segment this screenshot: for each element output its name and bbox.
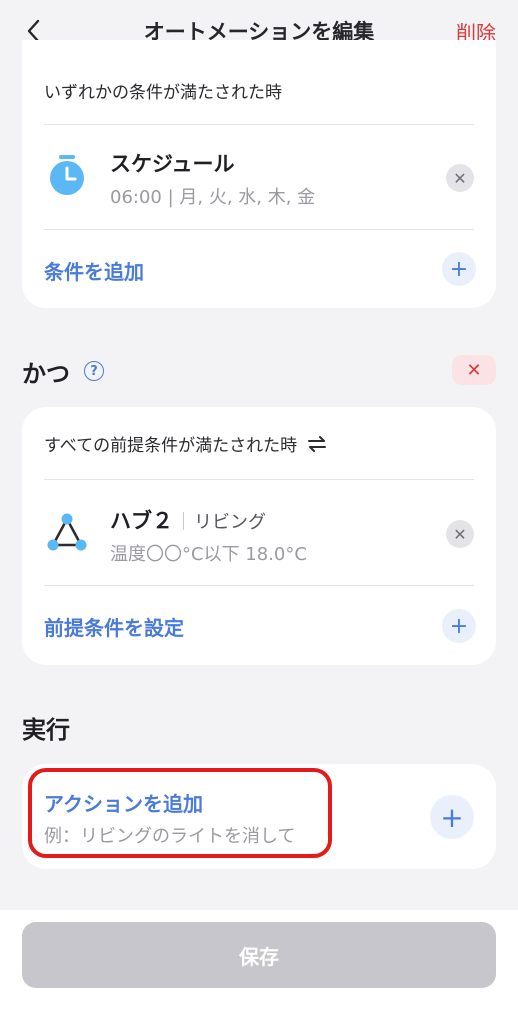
separator: [183, 512, 184, 530]
set-precondition-link[interactable]: 前提条件を設定: [44, 612, 184, 641]
timer-icon: [50, 155, 84, 195]
save-button[interactable]: 保存: [22, 922, 496, 988]
plus-icon: +: [449, 256, 469, 282]
set-precondition-button[interactable]: +: [442, 609, 476, 643]
trigger-card: いずれかの条件が満たされた時 スケジュール 06:00 | 月, 火, 水, 木…: [22, 40, 496, 308]
highlight-annotation: [28, 768, 332, 858]
help-icon[interactable]: ?: [84, 361, 104, 381]
help-icon-glyph: ?: [90, 363, 98, 379]
precondition-item-subtitle: 温度〇〇°C以下 18.0°C: [110, 544, 307, 565]
divider: [44, 124, 474, 125]
add-condition-button[interactable]: +: [442, 252, 476, 286]
remove-trigger-button[interactable]: ✕: [446, 164, 474, 192]
remove-precondition-button[interactable]: ✕: [446, 520, 474, 548]
device-name: ハブ２: [110, 509, 173, 533]
add-action-button[interactable]: +: [430, 795, 474, 839]
precondition-heading-text: すべての前提条件が満たされた時: [44, 436, 298, 456]
close-icon: ✕: [453, 524, 467, 544]
trigger-item-title: スケジュール: [110, 152, 235, 176]
precondition-heading: すべての前提条件が満たされた時: [44, 431, 327, 456]
trigger-condition-heading: いずれかの条件が満たされた時: [44, 83, 282, 103]
swap-icon[interactable]: [307, 435, 327, 452]
close-icon: ✕: [453, 168, 467, 188]
delete-precondition-block-button[interactable]: ✕: [452, 355, 496, 385]
plus-icon: +: [449, 613, 469, 639]
plus-icon: +: [440, 800, 464, 834]
hub-icon: [47, 513, 87, 551]
and-section-title: かつ: [22, 360, 70, 388]
trigger-item-subtitle: 06:00 | 月, 火, 水, 木, 金: [110, 187, 316, 208]
execute-section-title: 実行: [22, 716, 70, 744]
divider: [44, 229, 474, 230]
precondition-card: すべての前提条件が満たされた時 ハブ２ リビング 温度〇〇°C以下 18.0°C …: [22, 407, 496, 665]
device-room: リビング: [194, 512, 266, 533]
divider: [44, 479, 474, 480]
close-icon: ✕: [466, 359, 482, 381]
divider: [44, 585, 474, 586]
add-condition-link[interactable]: 条件を追加: [44, 256, 144, 285]
precondition-item-title: ハブ２ リビング: [110, 505, 266, 535]
